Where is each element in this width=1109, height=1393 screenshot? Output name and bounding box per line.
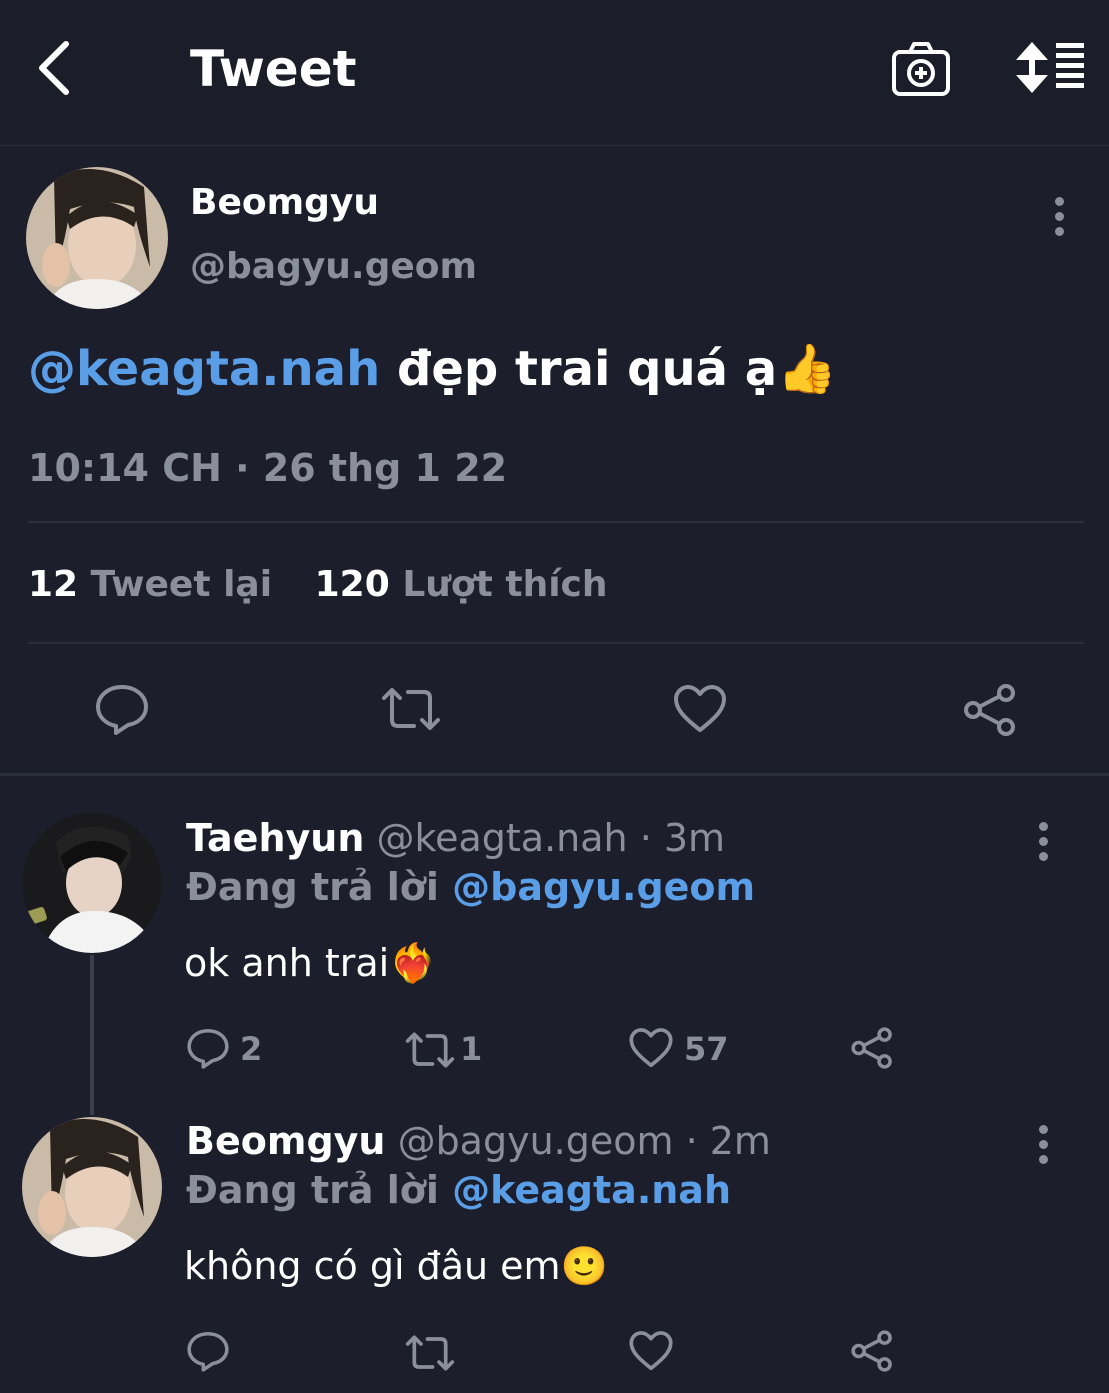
reply-body: ok anh trai [184,941,390,985]
like-label[interactable]: Lượt thích [402,564,607,605]
reply-meta[interactable]: @bagyu.geom · 2m [398,1119,771,1163]
retweet-icon[interactable] [404,1031,456,1069]
page-title: Tweet [190,40,357,98]
thumbs-up-emoji: 👍 [777,341,837,397]
reply-icon[interactable] [186,1329,230,1373]
retweet-icon[interactable] [380,686,442,732]
avatar[interactable] [26,167,168,309]
reply-text: ok anh trai❤️‍🔥 [184,940,437,986]
share-icon[interactable] [962,683,1018,737]
like-icon[interactable] [672,684,728,734]
like-icon[interactable] [628,1330,674,1372]
retweet-icon[interactable] [404,1334,456,1372]
divider [28,642,1084,644]
reply-icon[interactable] [94,683,150,735]
tweet-timestamp: 10:14 CH · 26 thg 1 22 [28,446,508,490]
like-count[interactable]: 57 [684,1029,729,1069]
smiley-emoji: 🙂 [560,1244,608,1288]
like-count[interactable]: 120 [315,564,390,605]
replying-to: Đang trả lời @keagta.nah [186,1167,731,1213]
tweet-text: @keagta.nah đẹp trai quá ạ👍 [28,338,837,400]
divider [28,521,1084,523]
share-icon[interactable] [850,1026,894,1070]
heart-on-fire-emoji: ❤️‍🔥 [389,941,437,985]
retweet-label[interactable]: Tweet lại [91,564,272,605]
avatar[interactable] [22,1117,162,1257]
tweet-body: đẹp trai quá ạ [396,341,778,397]
avatar[interactable] [22,813,162,953]
reply-meta[interactable]: @keagta.nah · 3m [376,816,725,860]
reply-icon[interactable] [186,1026,230,1070]
author-name[interactable]: Beomgyu [190,180,379,226]
retweet-count[interactable]: 1 [460,1029,482,1069]
replying-label: Đang trả lời [186,865,439,909]
more-icon[interactable] [1036,1125,1050,1170]
camera-add-icon[interactable] [890,40,952,100]
back-icon[interactable] [30,38,80,98]
thread-line [90,955,94,1115]
reply-author-name[interactable]: Taehyun [186,816,364,860]
replying-to: Đang trả lời @bagyu.geom [186,864,755,910]
replying-mention[interactable]: @bagyu.geom [452,865,755,909]
replying-mention[interactable]: @keagta.nah [452,1168,731,1212]
reply-count[interactable]: 2 [240,1029,262,1069]
author-handle[interactable]: @bagyu.geom [190,244,477,290]
retweet-count[interactable]: 12 [28,564,78,605]
more-icon[interactable] [1052,197,1066,242]
tweet-stats: 12 Tweet lại 120 Lượt thích [28,562,608,608]
share-icon[interactable] [850,1329,894,1373]
reply-header: Taehyun @keagta.nah · 3m [186,815,725,861]
like-icon[interactable] [628,1027,674,1069]
sort-icon[interactable] [1012,40,1087,95]
replying-label: Đang trả lời [186,1168,439,1212]
mention-link[interactable]: @keagta.nah [28,341,380,397]
more-icon[interactable] [1036,822,1050,867]
reply-author-name[interactable]: Beomgyu [186,1119,385,1163]
reply-body: không có gì đâu em [184,1244,561,1288]
reply-text: không có gì đâu em🙂 [184,1243,608,1289]
section-divider [0,773,1109,776]
reply-header: Beomgyu @bagyu.geom · 2m [186,1118,771,1164]
